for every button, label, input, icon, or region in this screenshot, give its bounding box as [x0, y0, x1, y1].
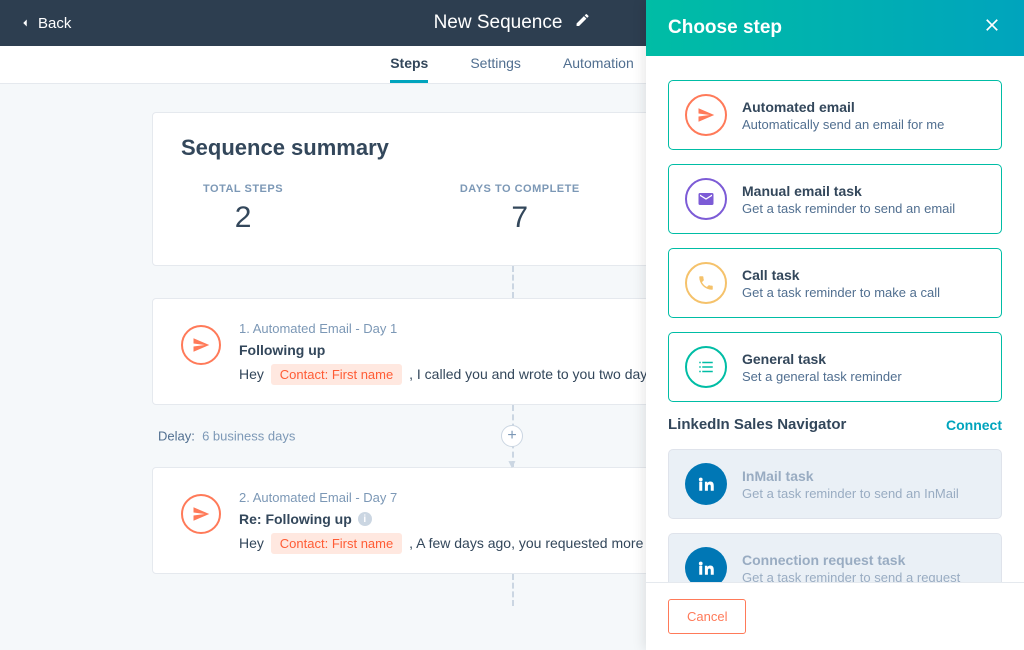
linkedin-section-title: LinkedIn Sales Navigator — [668, 416, 846, 433]
paper-plane-icon — [192, 505, 210, 523]
tab-settings[interactable]: Settings — [470, 46, 521, 83]
automated-email-icon — [181, 494, 221, 534]
panel-title: Choose step — [668, 17, 782, 39]
delay-label[interactable]: Delay: 6 business days — [158, 429, 295, 444]
edit-title-button[interactable] — [574, 12, 590, 34]
merge-token: Contact: First name — [271, 364, 402, 385]
merge-token: Contact: First name — [271, 533, 402, 554]
option-general-task[interactable]: General task Set a general task reminder — [668, 332, 1002, 402]
linkedin-section-header: LinkedIn Sales Navigator Connect — [668, 416, 1002, 433]
panel-footer: Cancel — [646, 582, 1024, 650]
choose-step-panel: Choose step Automated email Automaticall… — [646, 0, 1024, 650]
page-title: New Sequence — [434, 12, 591, 34]
envelope-icon — [685, 178, 727, 220]
pencil-icon — [574, 12, 590, 28]
linkedin-icon — [685, 463, 727, 505]
option-call-task[interactable]: Call task Get a task reminder to make a … — [668, 248, 1002, 318]
tab-automation[interactable]: Automation — [563, 46, 634, 83]
close-panel-button[interactable] — [982, 15, 1002, 41]
option-inmail-task: InMail task Get a task reminder to send … — [668, 449, 1002, 519]
list-icon — [685, 346, 727, 388]
automated-email-icon — [181, 325, 221, 365]
option-manual-email[interactable]: Manual email task Get a task reminder to… — [668, 164, 1002, 234]
stat-days-to-complete: DAYS TO COMPLETE 7 — [460, 183, 580, 235]
close-icon — [982, 15, 1002, 35]
panel-body: Automated email Automatically send an em… — [646, 56, 1024, 582]
tab-steps[interactable]: Steps — [390, 46, 428, 83]
paper-plane-icon — [192, 336, 210, 354]
linkedin-icon — [685, 547, 727, 582]
arrow-down-icon: ▼ — [506, 457, 518, 471]
info-icon[interactable]: i — [358, 512, 372, 526]
linkedin-connect-link[interactable]: Connect — [946, 417, 1002, 433]
option-automated-email[interactable]: Automated email Automatically send an em… — [668, 80, 1002, 150]
panel-header: Choose step — [646, 0, 1024, 56]
cancel-button[interactable]: Cancel — [668, 599, 746, 634]
option-connection-request-task: Connection request task Get a task remin… — [668, 533, 1002, 582]
chevron-left-icon — [18, 16, 32, 30]
add-step-button[interactable]: + — [501, 425, 523, 447]
stat-total-steps: TOTAL STEPS 2 — [203, 183, 283, 235]
back-label: Back — [38, 15, 71, 32]
paper-plane-icon — [685, 94, 727, 136]
back-button[interactable]: Back — [18, 15, 71, 32]
phone-icon — [685, 262, 727, 304]
